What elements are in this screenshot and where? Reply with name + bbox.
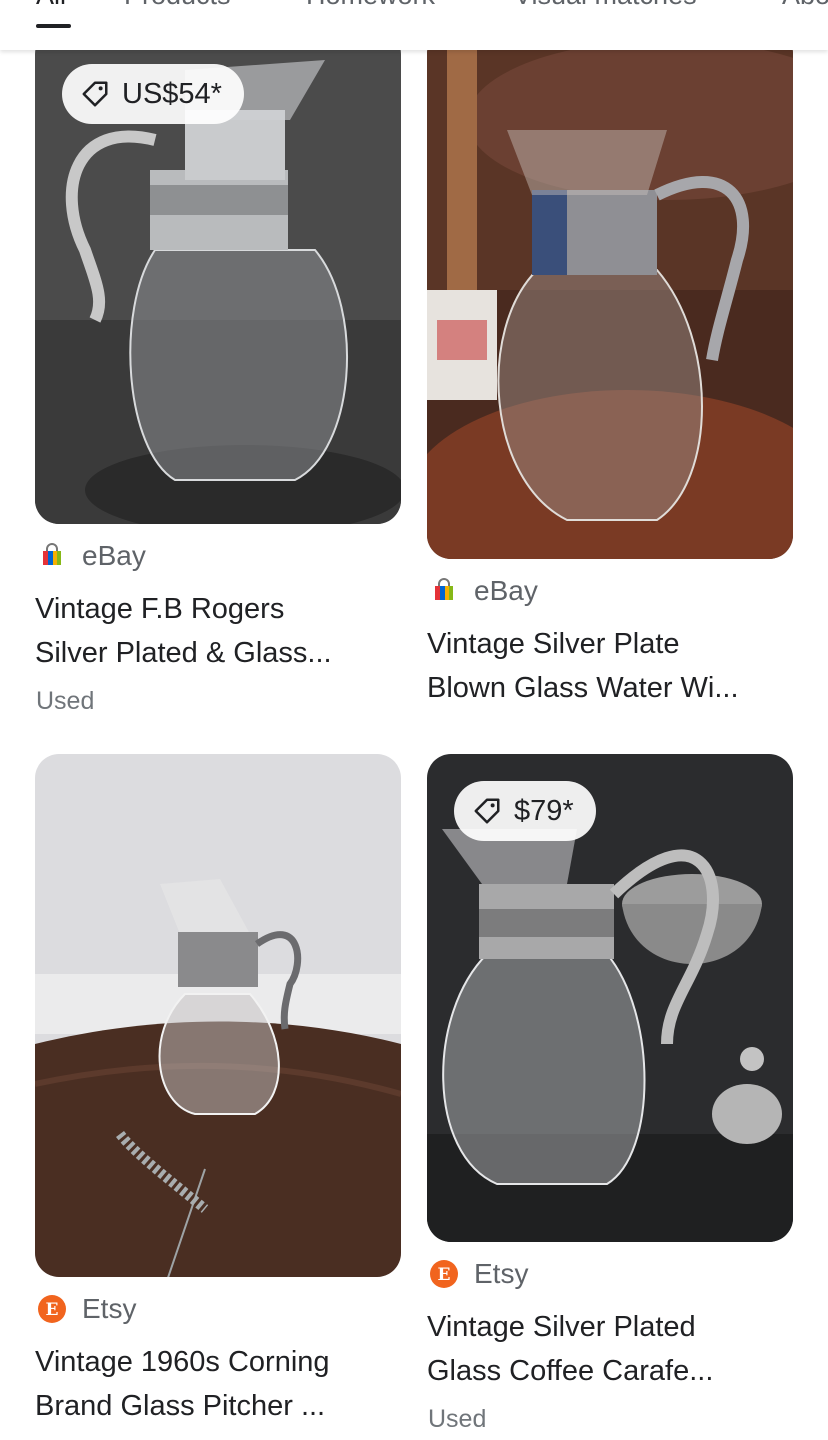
- active-tab-indicator: [36, 24, 71, 28]
- source-name: eBay: [82, 540, 146, 571]
- source-row[interactable]: eBay: [430, 575, 538, 607]
- condition-label: Used: [428, 1405, 487, 1433]
- price-tag-icon: [474, 798, 500, 824]
- product-image[interactable]: [427, 30, 793, 559]
- product-title-line: Blown Glass Water Wi...: [427, 672, 739, 704]
- product-title[interactable]: Vintage Silver Plated Glass Coffee Caraf…: [427, 1305, 797, 1393]
- source-name: Etsy: [474, 1258, 529, 1289]
- price-badge: $79*: [454, 781, 596, 841]
- product-title-line: Silver Plated & Glass...: [35, 637, 332, 669]
- ebay-bag-icon: [435, 578, 453, 600]
- tab-all[interactable]: All: [36, 0, 66, 20]
- product-title-line: Vintage Silver Plated: [427, 1311, 696, 1343]
- source-row[interactable]: E Etsy: [430, 1258, 528, 1290]
- tab-about[interactable]: About: [782, 0, 828, 20]
- tab-bar: All Products Homework Visual matches Abo…: [0, 0, 828, 50]
- product-title-line: Glass Coffee Carafe...: [427, 1355, 714, 1387]
- tab-homework[interactable]: Homework: [306, 0, 435, 20]
- product-image[interactable]: [35, 754, 401, 1277]
- product-title-line: Brand Glass Pitcher ...: [35, 1390, 326, 1422]
- product-title-line: Vintage Silver Plate: [427, 628, 680, 660]
- product-title-line: Vintage F.B Rogers: [35, 593, 285, 625]
- source-name: eBay: [474, 575, 538, 606]
- tab-visual-matches[interactable]: Visual matches: [514, 0, 697, 20]
- product-title[interactable]: Vintage F.B Rogers Silver Plated & Glass…: [35, 587, 405, 675]
- source-row[interactable]: eBay: [38, 540, 146, 572]
- price-text: $79*: [514, 794, 574, 827]
- svg-text:E: E: [46, 1300, 59, 1320]
- etsy-e-icon: E: [430, 1260, 458, 1288]
- ebay-bag-icon: [43, 543, 61, 565]
- product-title-line: Vintage 1960s Corning: [35, 1346, 330, 1378]
- product-title[interactable]: Vintage Silver Plate Blown Glass Water W…: [427, 622, 797, 710]
- price-tag-icon: [82, 81, 108, 107]
- source-name: Etsy: [82, 1293, 137, 1324]
- source-row[interactable]: E Etsy: [38, 1293, 136, 1325]
- condition-label: Used: [36, 687, 95, 715]
- tab-products[interactable]: Products: [124, 0, 231, 20]
- price-badge: US$54*: [62, 64, 244, 124]
- price-text: US$54*: [122, 77, 222, 110]
- etsy-e-icon: E: [38, 1295, 66, 1323]
- svg-text:E: E: [438, 1265, 451, 1285]
- product-title[interactable]: Vintage 1960s Corning Brand Glass Pitche…: [35, 1340, 405, 1428]
